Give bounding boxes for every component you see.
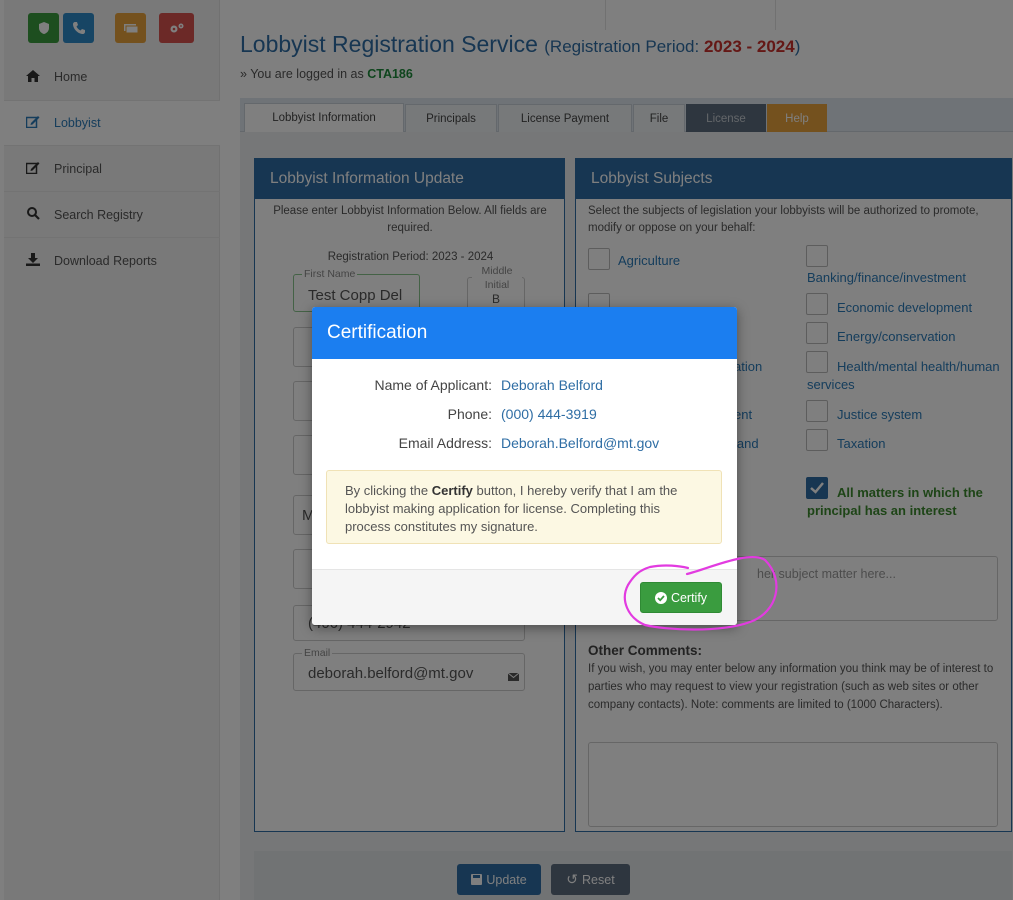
email-row: Email Address: Deborah.Belford@mt.gov: [312, 435, 737, 451]
phone-value: (000) 444-3919: [501, 406, 597, 422]
applicant-name-row: Name of Applicant: Deborah Belford: [312, 377, 737, 393]
email-value: Deborah.Belford@mt.gov: [501, 435, 660, 451]
certification-notice: By clicking the Certify button, I hereby…: [326, 470, 722, 544]
applicant-name-label: Name of Applicant:: [374, 377, 492, 393]
annotation-circle: [623, 555, 778, 631]
phone-row: Phone: (000) 444-3919: [312, 406, 737, 422]
modal-title: Certification: [312, 307, 737, 359]
email-label: Email Address:: [398, 435, 492, 451]
applicant-name-value: Deborah Belford: [501, 377, 603, 393]
phone-label: Phone:: [447, 406, 492, 422]
